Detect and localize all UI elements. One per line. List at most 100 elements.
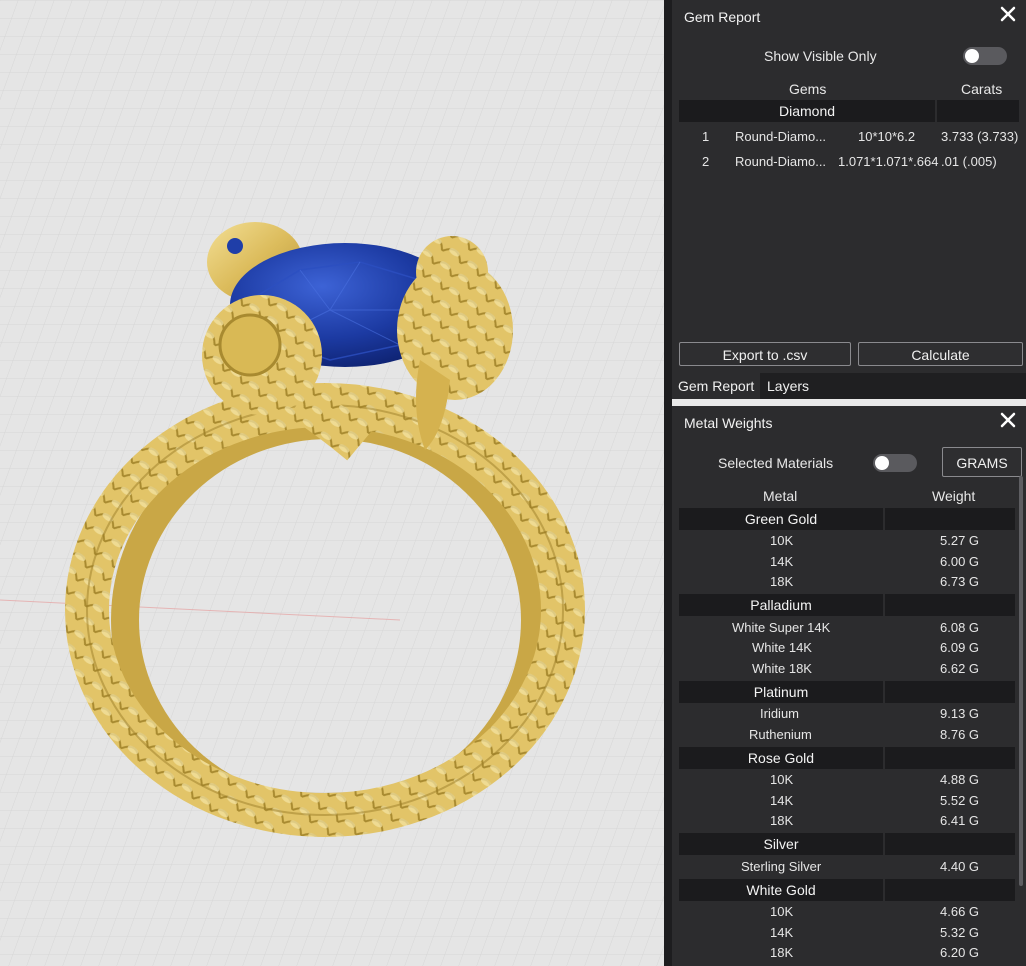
metal-weight: 6.09 G bbox=[940, 640, 980, 655]
metal-weight: 5.52 G bbox=[940, 793, 980, 808]
metal-weight: 6.41 G bbox=[940, 813, 980, 828]
gem-report-panel: Gem Report Show Visible Only Gems Carats… bbox=[672, 0, 1026, 373]
metal-weight: 4.66 G bbox=[940, 904, 980, 919]
metal-row[interactable]: 10K 4.66 G bbox=[672, 904, 1012, 922]
metal-name: 14K bbox=[770, 793, 794, 808]
group-name: Rose Gold bbox=[679, 747, 883, 769]
gem-row[interactable]: 2 Round-Diamo... 1.071*1.071*.664 .01 (.… bbox=[672, 154, 1026, 174]
gem-carats: .01 (.005) bbox=[941, 154, 997, 169]
metal-name: 10K bbox=[770, 533, 794, 548]
group-row-green-gold: Green Gold bbox=[679, 508, 1015, 530]
metal-name: Sterling Silver bbox=[741, 859, 822, 874]
metal-weight: 6.08 G bbox=[940, 620, 980, 635]
selected-materials-label: Selected Materials bbox=[718, 455, 834, 471]
group-name: Green Gold bbox=[679, 508, 883, 530]
gem-report-title: Gem Report bbox=[684, 9, 761, 25]
carats-column-header[interactable]: Carats bbox=[961, 81, 1002, 97]
group-name: Silver bbox=[679, 833, 883, 855]
group-blank bbox=[885, 833, 1015, 855]
tab-layers[interactable]: Layers bbox=[761, 373, 815, 399]
group-row-diamond: Diamond bbox=[679, 100, 1019, 122]
metal-name: White 14K bbox=[752, 640, 812, 655]
metal-weight: 8.76 G bbox=[940, 727, 980, 742]
metal-row[interactable]: 18K 6.73 G bbox=[672, 574, 1012, 592]
metal-weight: 4.40 G bbox=[940, 859, 980, 874]
gem-dimensions: 1.071*1.071*.664 bbox=[838, 154, 939, 169]
gem-row[interactable]: 1 Round-Diamo... 10*10*6.2 3.733 (3.733) bbox=[672, 129, 1026, 149]
export-csv-button[interactable]: Export to .csv bbox=[679, 342, 851, 366]
metal-name: 14K bbox=[770, 554, 794, 569]
metal-weight: 9.13 G bbox=[940, 706, 980, 721]
group-name: White Gold bbox=[679, 879, 883, 901]
metal-name: 18K bbox=[770, 813, 794, 828]
show-visible-label: Show Visible Only bbox=[764, 48, 877, 64]
metal-row[interactable]: Sterling Silver 4.40 G bbox=[672, 859, 1012, 877]
metal-weight: 5.27 G bbox=[940, 533, 980, 548]
metal-row[interactable]: White 18K 6.62 G bbox=[672, 661, 1012, 679]
group-row-platinum: Platinum bbox=[679, 681, 1015, 703]
weight-column-header[interactable]: Weight bbox=[932, 488, 975, 504]
metal-row[interactable]: White Super 14K 6.08 G bbox=[672, 620, 1012, 638]
toggle-knob bbox=[875, 456, 889, 470]
selected-materials-toggle[interactable] bbox=[873, 454, 917, 472]
metal-name: 18K bbox=[770, 945, 794, 960]
metal-weight: 6.73 G bbox=[940, 574, 980, 589]
calculate-button[interactable]: Calculate bbox=[858, 342, 1023, 366]
metal-weight: 6.62 G bbox=[940, 661, 980, 676]
metal-row[interactable]: Ruthenium 8.76 G bbox=[672, 727, 1012, 745]
metal-row[interactable]: 14K 6.00 G bbox=[672, 554, 1012, 572]
metal-row[interactable]: White 14K 6.09 G bbox=[672, 640, 1012, 658]
metal-row[interactable]: 14K 5.32 G bbox=[672, 925, 1012, 943]
group-row-silver: Silver bbox=[679, 833, 1015, 855]
group-blank bbox=[937, 100, 1019, 122]
metal-name: 10K bbox=[770, 904, 794, 919]
metal-weight: 5.32 G bbox=[940, 925, 980, 940]
show-visible-toggle[interactable] bbox=[963, 47, 1007, 65]
metal-row[interactable]: 18K 6.41 G bbox=[672, 813, 1012, 831]
units-button[interactable]: GRAMS bbox=[942, 447, 1022, 477]
group-blank bbox=[885, 681, 1015, 703]
metal-column-header[interactable]: Metal bbox=[763, 488, 797, 504]
metal-row[interactable]: 10K 5.27 G bbox=[672, 533, 1012, 551]
metal-name: Iridium bbox=[760, 706, 800, 721]
metal-name: Ruthenium bbox=[749, 727, 812, 742]
gem-number: 1 bbox=[702, 129, 710, 144]
group-row-white-gold: White Gold bbox=[679, 879, 1015, 901]
metal-name: 10K bbox=[770, 772, 794, 787]
gem-dimensions: 10*10*6.2 bbox=[858, 129, 916, 144]
metal-weight: 4.88 G bbox=[940, 772, 980, 787]
metal-row[interactable]: Iridium 9.13 G bbox=[672, 706, 1012, 724]
group-blank bbox=[885, 879, 1015, 901]
panel-divider[interactable] bbox=[664, 0, 672, 966]
metal-weight: 6.20 G bbox=[940, 945, 980, 960]
gem-name: Round-Diamo... bbox=[735, 129, 827, 144]
metal-row[interactable]: 10K 4.88 G bbox=[672, 772, 1012, 790]
metal-name: 14K bbox=[770, 925, 794, 940]
group-row-palladium: Palladium bbox=[679, 594, 1015, 616]
tab-gem-report[interactable]: Gem Report bbox=[672, 373, 761, 399]
metal-weights-title: Metal Weights bbox=[684, 415, 773, 431]
group-name: Platinum bbox=[679, 681, 883, 703]
metal-weights-panel: Metal Weights Selected Materials GRAMS M… bbox=[672, 406, 1026, 966]
close-icon[interactable] bbox=[998, 4, 1018, 24]
panel-tabs: Gem Report Layers bbox=[672, 373, 1026, 399]
gem-number: 2 bbox=[702, 154, 710, 169]
metal-weights-scrollbar[interactable] bbox=[1019, 476, 1023, 886]
toggle-knob bbox=[965, 49, 979, 63]
close-icon[interactable] bbox=[998, 410, 1018, 430]
group-name: Palladium bbox=[679, 594, 883, 616]
gems-column-header[interactable]: Gems bbox=[789, 81, 826, 97]
group-blank bbox=[885, 594, 1015, 616]
gem-name: Round-Diamo... bbox=[735, 154, 827, 169]
metal-name: 18K bbox=[770, 574, 794, 589]
metal-row[interactable]: 18K 6.20 G bbox=[672, 945, 1012, 963]
group-name: Diamond bbox=[679, 100, 935, 122]
metal-row[interactable]: 14K 5.52 G bbox=[672, 793, 1012, 811]
metal-weight: 6.00 G bbox=[940, 554, 980, 569]
group-blank bbox=[885, 747, 1015, 769]
viewport-canvas[interactable] bbox=[0, 0, 664, 966]
metal-name: White Super 14K bbox=[732, 620, 831, 635]
gem-carats: 3.733 (3.733) bbox=[941, 129, 1019, 144]
3d-viewport[interactable] bbox=[0, 0, 664, 966]
group-blank bbox=[885, 508, 1015, 530]
